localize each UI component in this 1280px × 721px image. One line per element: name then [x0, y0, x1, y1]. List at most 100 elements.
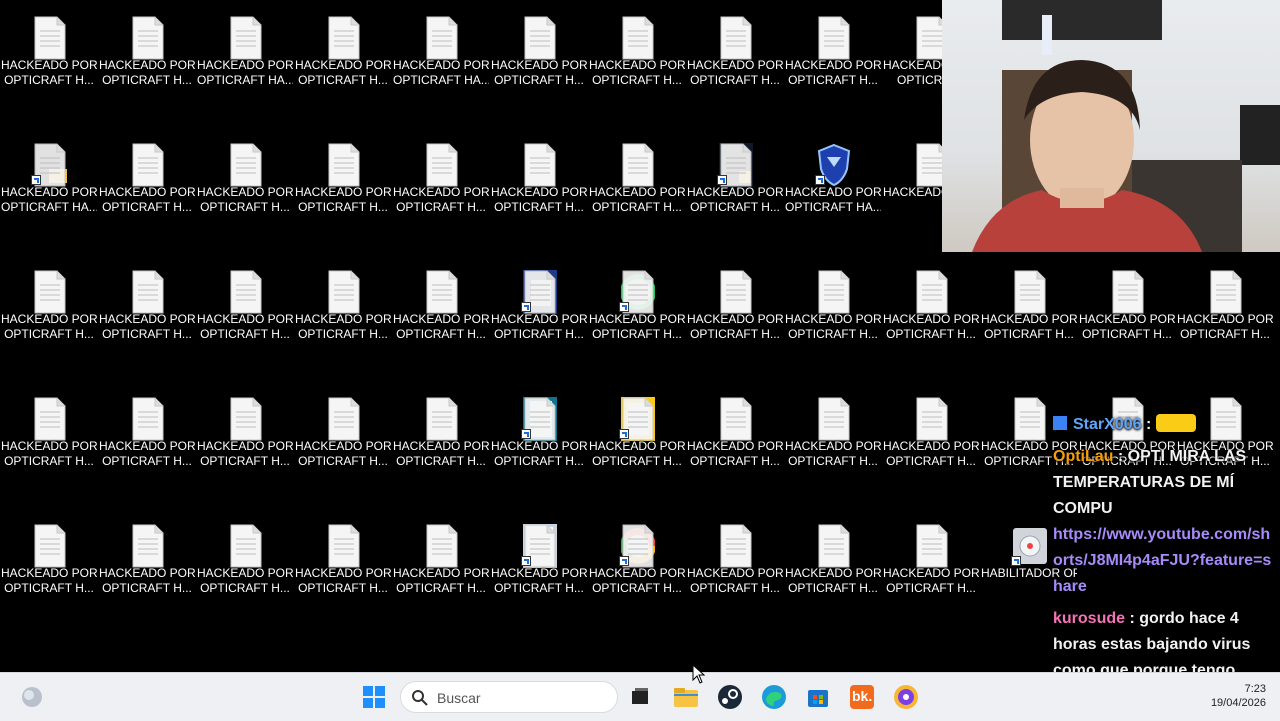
desktop-shortcut[interactable]: HACKEADO POR OPTICRAFT H... [1, 262, 97, 358]
steam-icon[interactable] [714, 681, 746, 713]
desktop-shortcut[interactable]: HACKEADO POR OPTICRAFT HA... [197, 8, 293, 104]
clock-time: 7:23 [1244, 683, 1266, 695]
desktop-shortcut[interactable]: HACKEADO POR OPTICRAFT H... [491, 8, 587, 104]
taskbar: Buscar bk. [0, 672, 1280, 721]
desktop-shortcut-label: HACKEADO POR OPTICRAFT H... [589, 566, 685, 595]
desktop-shortcut[interactable]: HACKEADO POR OPTICRAFT H... [1079, 262, 1175, 358]
desktop-shortcut[interactable]: HACKEADO POR OPTICRAFT H... [883, 389, 979, 485]
desktop-shortcut-label: HACKEADO POR OPTICRAFT H... [393, 312, 489, 341]
chat-link[interactable]: https://www.youtube.com/shorts/J8MI4p4aF… [1053, 526, 1271, 595]
desktop-shortcut[interactable]: HACKEADO POR OPTICRAFT HA... [785, 135, 881, 231]
desktop-shortcut-label: HACKEADO POR OPTICRAFT H... [687, 566, 783, 595]
desktop-shortcut[interactable]: HACKEADO POR OPTICRAFT H... [99, 135, 195, 231]
file-explorer-icon[interactable] [670, 681, 702, 713]
shortcut-arrow-icon [521, 302, 531, 312]
desktop-shortcut-label: HACKEADO POR OPTICRAFT H... [197, 185, 293, 214]
desktop-shortcut[interactable]: HACKEADO POR OPTICRAFT H... [491, 262, 587, 358]
desktop-shortcut[interactable]: HACKEADO POR OPTICRAFT H... [589, 135, 685, 231]
desktop-shortcut[interactable]: HACKEADO POR OPTICRAFT H... [295, 262, 391, 358]
brave-icon[interactable] [890, 681, 922, 713]
desktop-shortcut[interactable]: HACKEADO POR OPTICRAFT H... [589, 262, 685, 358]
desktop-shortcut[interactable]: HACKEADO POR OPTICRAFT H... [295, 516, 391, 612]
edge-icon[interactable] [758, 681, 790, 713]
chat-separator: : [1113, 448, 1128, 465]
desktop-shortcut[interactable]: HACKEADO POR OPTICRAFT H... [981, 262, 1077, 358]
file-icon [425, 16, 459, 60]
desktop-shortcut[interactable]: HACKEADO POR OPTICRAFT H... [687, 389, 783, 485]
desktop-shortcut[interactable]: HACKEADO POR OPTICRAFT H... [99, 516, 195, 612]
file-icon [1013, 397, 1047, 441]
widgets-icon[interactable] [16, 681, 48, 713]
desktop-shortcut[interactable]: HACKEADO POR OPTICRAFT H... [1, 389, 97, 485]
desktop-shortcut-label: HACKEADO POR OPTICRAFT H... [785, 58, 881, 87]
chat-separator: : [1125, 610, 1140, 627]
desktop-shortcut[interactable]: HACKEADO POR OPTICRAFT H... [295, 389, 391, 485]
desktop-shortcut[interactable]: HACKEADO POR OPTICRAFT H... [785, 8, 881, 104]
desktop-shortcut[interactable]: HACKEADO POR OPTICRAFT H... [393, 389, 489, 485]
desktop-shortcut[interactable]: HACKEADO POR OPTICRAFT H... [589, 389, 685, 485]
desktop-shortcut[interactable]: HACKEADO POR OPTICRAFT H... [295, 135, 391, 231]
desktop-shortcut[interactable]: HACKEADO POR OPTICRAFT H... [197, 516, 293, 612]
file-icon [523, 16, 557, 60]
desktop-shortcut-label: HACKEADO POR OPTICRAFT H... [981, 312, 1077, 341]
desktop-shortcut[interactable]: HACKEADO POR OPTICRAFT H... [1177, 262, 1273, 358]
desktop-shortcut[interactable]: HACKEADO POR OPTICRAFT H... [197, 389, 293, 485]
windows-start-icon[interactable] [358, 681, 390, 713]
desktop-shortcut[interactable]: HACKEADO POR OPTICRAFT H... [883, 262, 979, 358]
desktop-shortcut[interactable]: HACKEADO POR OPTICRAFT H... [687, 135, 783, 231]
desktop-shortcut[interactable]: HACKEADO POR OPTICRAFT H... [99, 8, 195, 104]
desktop-shortcut[interactable]: HACKEADO POR OPTICRAFT H... [393, 516, 489, 612]
file-icon [33, 16, 67, 60]
desktop-shortcut[interactable]: HACKEADO POR OPTICRAFT H... [687, 8, 783, 104]
desktop-shortcut[interactable]: HACKEADO POR OPTICRAFT H... [491, 135, 587, 231]
file-icon [229, 524, 263, 568]
desktop-shortcut-label: HACKEADO POR OPTICRAFT H... [883, 439, 979, 468]
file-icon [817, 270, 851, 314]
desktop-shortcut[interactable]: HACKEADO POR OPTICRAFT H... [1, 516, 97, 612]
desktop-shortcut[interactable]: HACKEADO POR OPTICRAFT H... [197, 262, 293, 358]
desktop-shortcut[interactable]: HACKEADO POR OPTICRAFT H... [393, 262, 489, 358]
search-input[interactable]: Buscar [400, 681, 618, 713]
bk-app-icon[interactable]: bk. [846, 681, 878, 713]
desktop-shortcut[interactable]: HACKEADO POR OPTICRAFT H... [687, 262, 783, 358]
desktop-shortcut[interactable]: HACKEADO POR OPTICRAFT HA... [1, 135, 97, 231]
file-icon [131, 16, 165, 60]
microsoft-store-icon[interactable] [802, 681, 834, 713]
desktop-shortcut[interactable]: HACKEADO POR OPTICRAFT H... [393, 135, 489, 231]
desktop-shortcut[interactable]: HACKEADO POR OPTICRAFT H... [295, 8, 391, 104]
file-icon [817, 16, 851, 60]
desktop-shortcut-label: HACKEADO POR OPTICRAFT H... [687, 439, 783, 468]
file-icon [33, 524, 67, 568]
desktop-shortcut-label: HACKEADO POR OPTICRAFT H... [1, 312, 97, 341]
desktop-shortcut[interactable]: HACKEADO POR OPTICRAFT H... [1, 8, 97, 104]
mouse-cursor-icon [692, 663, 706, 684]
desktop-shortcut-label: HACKEADO POR OPTICRAFT H... [197, 312, 293, 341]
desktop-shortcut[interactable]: HACKEADO POR OPTICRAFT H... [99, 389, 195, 485]
desktop-shortcut[interactable]: HACKEADO POR OPTICRAFT H... [491, 389, 587, 485]
desktop-shortcut[interactable]: HACKEADO POR OPTICRAFT H... [785, 389, 881, 485]
task-view-icon[interactable] [624, 681, 656, 713]
desktop-shortcut[interactable]: HACKEADO POR OPTICRAFT H... [589, 516, 685, 612]
desktop-shortcut[interactable]: HACKEADO POR OPTICRAFT H... [687, 516, 783, 612]
desktop-shortcut[interactable]: HACKEADO POR OPTICRAFT H... [589, 8, 685, 104]
chat-username: OptiLau [1053, 448, 1114, 465]
file-icon [229, 270, 263, 314]
desktop-shortcut-label: HACKEADO POR OPTICRAFT H... [589, 312, 685, 341]
desktop-shortcut[interactable]: HACKEADO POR OPTICRAFT H... [491, 516, 587, 612]
desktop-shortcut-label: HACKEADO POR OPTICRAFT H... [1, 58, 97, 87]
shortcut-arrow-icon [717, 175, 727, 185]
desktop-shortcut[interactable]: HACKEADO POR OPTICRAFT H... [197, 135, 293, 231]
desktop-shortcut[interactable]: HACKEADO POR OPTICRAFT H... [99, 262, 195, 358]
desktop-shortcut-label: HACKEADO POR OPTICRAFT H... [99, 439, 195, 468]
desktop-shortcut[interactable]: HACKEADO POR OPTICRAFT H... [785, 262, 881, 358]
desktop-shortcut-label: HACKEADO POR OPTICRAFT H... [197, 566, 293, 595]
file-icon [425, 143, 459, 187]
desktop-shortcut-label: HACKEADO POR OPTICRAFT HA... [393, 58, 489, 87]
desktop-shortcut[interactable]: HACKEADO POR OPTICRAFT H... [883, 516, 979, 612]
desktop-shortcut[interactable]: HACKEADO POR OPTICRAFT H... [785, 516, 881, 612]
file-icon [719, 524, 753, 568]
desktop-shortcut[interactable]: HACKEADO POR OPTICRAFT HA... [393, 8, 489, 104]
file-icon [915, 270, 949, 314]
system-clock[interactable]: 7:23 19/04/2026 [1196, 682, 1266, 710]
desktop-shortcut-label: HACKEADO POR OPTICRAFT H... [99, 566, 195, 595]
